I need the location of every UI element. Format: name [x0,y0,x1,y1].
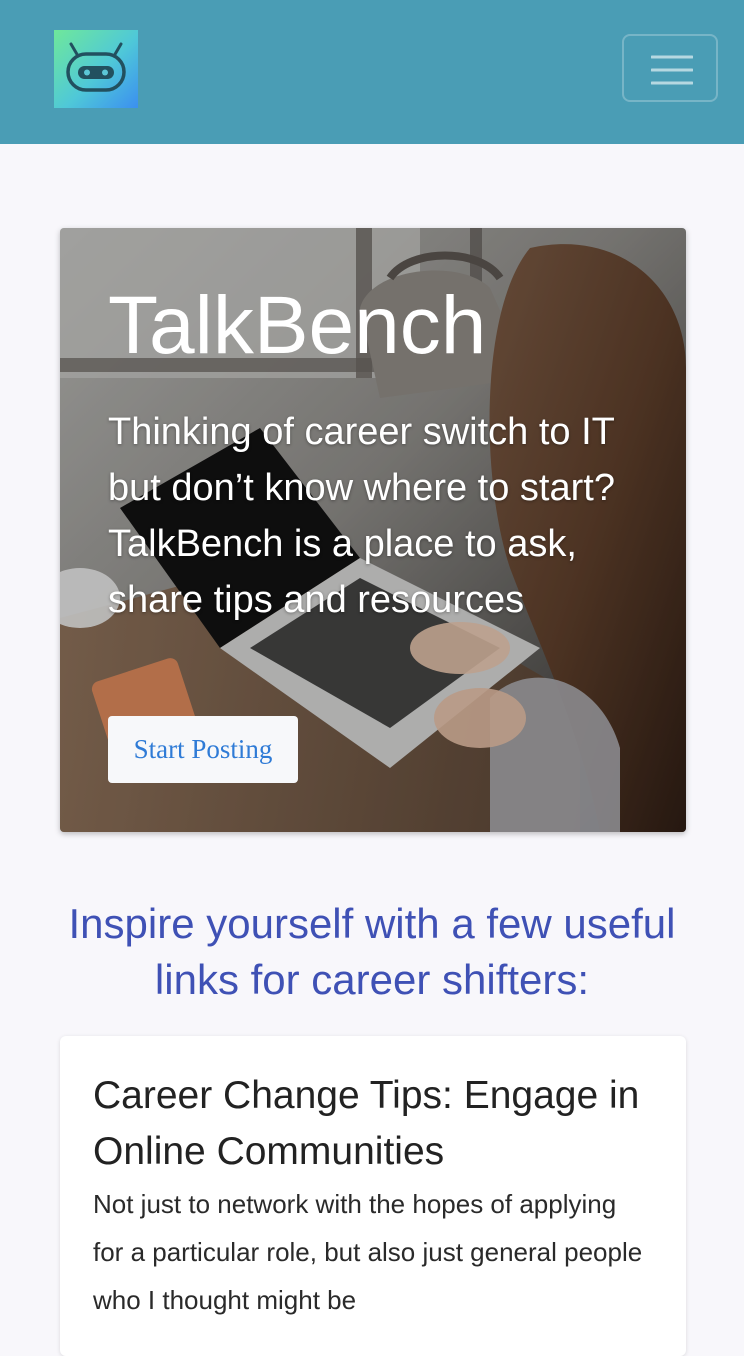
hero-jumbotron: TalkBench Thinking of career switch to I… [60,228,686,832]
start-posting-button[interactable]: Start Posting [108,716,298,783]
links-section-heading: Inspire yourself with a few useful links… [68,900,676,1003]
hamburger-menu-icon [651,55,693,85]
hero-description: Thinking of career switch to IT but don’… [108,411,615,621]
card-text: Not just to network with the hopes of ap… [93,1189,643,1315]
navbar-toggle-button[interactable] [622,34,718,102]
navbar [0,0,744,144]
link-card[interactable]: Career Change Tips: Engage in Online Com… [60,1036,686,1356]
hero-title: TalkBench [108,280,487,371]
robot-logo-icon[interactable] [54,30,138,108]
card-title[interactable]: Career Change Tips: Engage in Online Com… [93,1068,663,1180]
